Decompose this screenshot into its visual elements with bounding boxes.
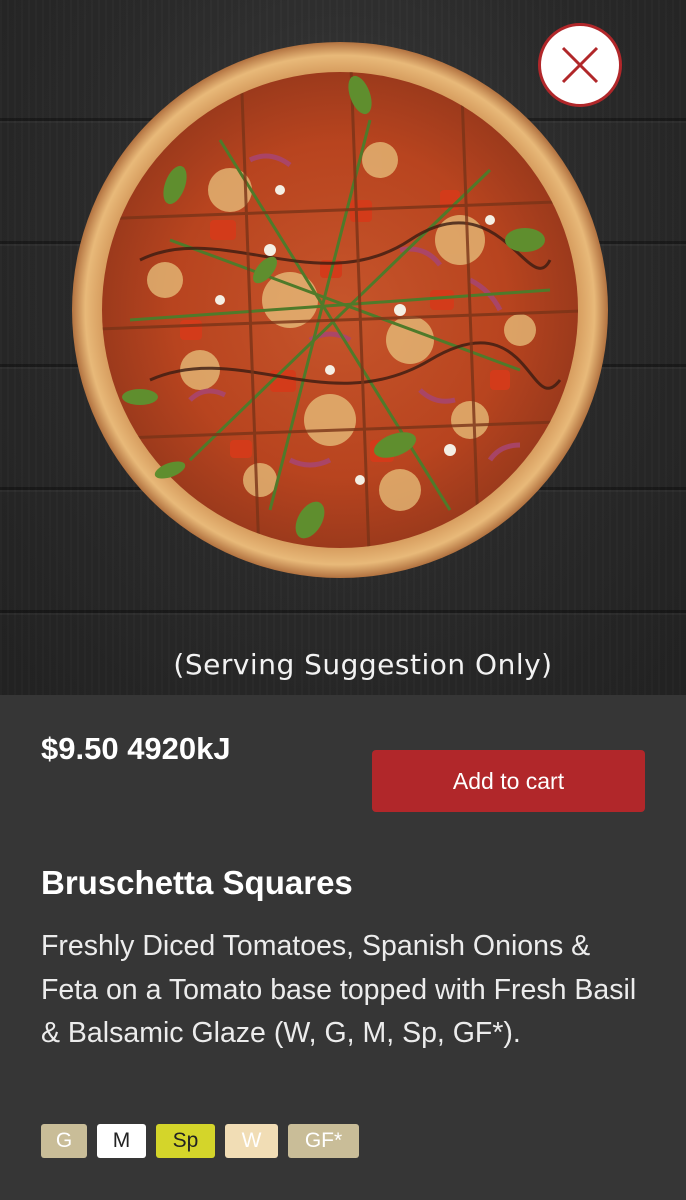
- badge-w: W: [225, 1124, 278, 1158]
- product-description: Freshly Diced Tomatoes, Spanish Onions &…: [41, 930, 637, 1049]
- badge-gf: GF*: [288, 1124, 359, 1158]
- badge-g: G: [41, 1124, 87, 1158]
- close-button[interactable]: [538, 23, 622, 107]
- dietary-badges: G M Sp W GF*: [41, 1124, 359, 1158]
- product-title: Bruschetta Squares: [41, 864, 353, 901]
- price-energy-line: $9.50 4920kJ: [41, 731, 231, 766]
- add-to-cart-button[interactable]: Add to cart: [372, 750, 645, 812]
- pizza-photo: [72, 42, 608, 578]
- serving-suggestion-note: (Serving Suggestion Only): [173, 648, 553, 681]
- badge-sp: Sp: [156, 1124, 215, 1158]
- product-detail-screen: (Serving Suggestion Only) $9.50 4920kJ A…: [0, 0, 686, 1200]
- product-image: (Serving Suggestion Only): [0, 0, 686, 695]
- badge-m: M: [97, 1124, 146, 1158]
- close-x-icon: [561, 46, 599, 84]
